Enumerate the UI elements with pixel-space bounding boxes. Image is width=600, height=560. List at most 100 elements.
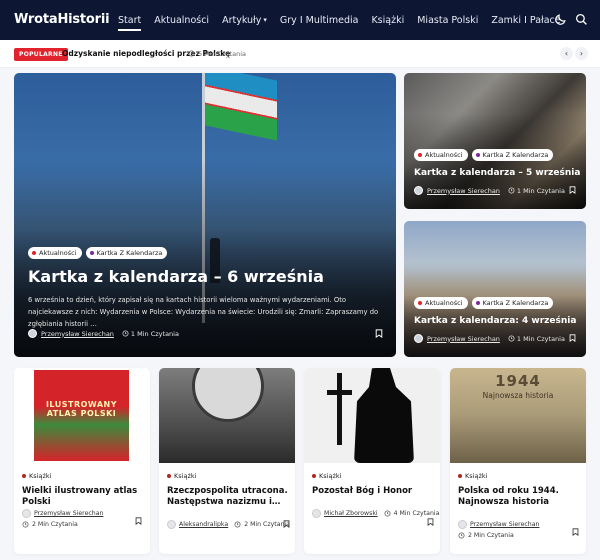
avatar — [22, 509, 31, 518]
card-category[interactable]: Książki — [167, 472, 196, 480]
author-link[interactable]: Przemysław Sierechan — [427, 335, 500, 343]
book-cover-year: 1944 — [495, 372, 541, 390]
dot-icon — [475, 153, 480, 157]
card-time-row: 2 Min Czytania — [22, 521, 78, 528]
nav-miasta-polski[interactable]: Miasta Polski — [417, 0, 478, 40]
bookmark-icon[interactable] — [135, 517, 142, 525]
clock-icon — [508, 335, 515, 342]
chevron-left-icon: ‹ — [564, 49, 569, 58]
ticker-read-time: 5 Min Czytania — [188, 50, 246, 58]
nav-ksiazki[interactable]: Książki — [371, 0, 404, 40]
hero-title[interactable]: Kartka z kalendarza – 6 września — [28, 267, 368, 286]
site-header: WrotaHistorii Start Aktualności Artykuły… — [0, 0, 600, 40]
book-card-3[interactable]: Książki Pozostał Bóg i Honor Michał Zbor… — [304, 368, 440, 554]
chevron-right-icon: › — [579, 49, 584, 58]
search-icon[interactable] — [575, 13, 588, 26]
avatar — [414, 334, 423, 343]
nav-label: Aktualności — [154, 14, 210, 26]
read-time-label: 1 Min Czytania — [516, 334, 565, 343]
nav-label: Start — [118, 14, 142, 26]
card-category[interactable]: Książki — [312, 472, 341, 480]
nav-aktualnosci[interactable]: Aktualności — [154, 0, 209, 40]
dot-icon — [312, 474, 316, 478]
avatar — [28, 329, 37, 338]
bookmark-icon[interactable] — [569, 186, 576, 194]
nav-gry-multimedia[interactable]: Gry I Multimedia — [280, 0, 359, 40]
card-title[interactable]: Wielki ilustrowany atlas Polski — [22, 486, 146, 509]
hero-excerpt: 6 września to dzień, który zapisał się n… — [28, 296, 379, 328]
category-pill[interactable]: Aktualności — [414, 297, 468, 309]
category-pill[interactable]: Kartka Z Kalendarza — [471, 149, 554, 161]
hero-categories: Aktualności Kartka Z Kalendarza — [28, 247, 168, 259]
header-icons — [554, 13, 588, 26]
category-pill[interactable]: Aktualności — [414, 149, 468, 161]
ticker-prev-button[interactable]: ‹ — [560, 47, 573, 60]
book-thumbnail-1: ILUSTROWANY ATLAS POLSKI — [14, 368, 150, 463]
clock-icon — [458, 532, 465, 539]
atlas-cover: ILUSTROWANY ATLAS POLSKI — [34, 370, 129, 461]
dot-icon — [22, 474, 26, 478]
bookmark-icon[interactable] — [375, 329, 383, 338]
read-time-label: 5 Min Czytania — [198, 49, 247, 58]
nav-label: Zamki I Pałace — [491, 14, 561, 26]
book-cover-subtitle: Najnowsza historia — [482, 391, 554, 400]
avatar — [458, 520, 467, 529]
author-link[interactable]: Przemysław Sierechan — [427, 187, 500, 195]
side-article-card-2[interactable]: Aktualności Kartka Z Kalendarza Kartka z… — [404, 221, 586, 357]
site-logo[interactable]: WrotaHistorii — [14, 12, 110, 27]
card-category[interactable]: Książki — [458, 472, 487, 480]
book-card-1[interactable]: ILUSTROWANY ATLAS POLSKI Książki Wielki … — [14, 368, 150, 554]
dot-icon — [458, 474, 462, 478]
book-thumbnail-2 — [159, 368, 295, 463]
card-meta-row: Michał Zborowski 4 Min Czytania — [312, 509, 439, 518]
category-pill[interactable]: Kartka Z Kalendarza — [471, 297, 554, 309]
side-article-card-1[interactable]: Aktualności Kartka Z Kalendarza Kartka z… — [404, 73, 586, 209]
side2-meta: Przemysław Sierechan 1 Min Czytania — [414, 334, 565, 343]
dot-icon — [475, 301, 480, 305]
nav-start[interactable]: Start — [118, 0, 142, 40]
read-time: 1 Min Czytania — [508, 335, 565, 343]
author-link[interactable]: Michał Zborowski — [324, 510, 378, 517]
category-label: Książki — [29, 472, 52, 480]
bookmark-icon[interactable] — [283, 520, 290, 528]
category-pill[interactable]: Aktualności — [28, 247, 82, 259]
card-author-row: Przemysław Sierechan — [458, 520, 539, 529]
category-pill[interactable]: Kartka Z Kalendarza — [85, 247, 168, 259]
hero-meta: Przemysław Sierechan 1 Min Czytania — [28, 329, 179, 338]
author-link[interactable]: Aleksandralipka — [179, 521, 228, 528]
card-title[interactable]: Rzeczpospolita utracona. Następstwa nazi… — [167, 486, 291, 509]
category-label: Aktualności — [425, 299, 463, 307]
ticker-next-button[interactable]: › — [575, 47, 588, 60]
nav-label: Artykuły — [222, 14, 262, 26]
card-meta-row: Aleksandralipka 2 Min Czytania — [167, 520, 290, 529]
avatar — [167, 520, 176, 529]
clock-icon — [122, 330, 129, 337]
author-link[interactable]: Przemysław Sierechan — [41, 330, 114, 338]
side2-title[interactable]: Kartka z kalendarza: 4 września — [414, 316, 584, 326]
side1-title[interactable]: Kartka z kalendarza – 5 września — [414, 168, 584, 178]
author-link[interactable]: Przemysław Sierechan — [34, 510, 103, 517]
book-card-4[interactable]: 1944 Najnowsza historia Książki Polska o… — [450, 368, 586, 554]
nav-label: Książki — [371, 14, 405, 26]
moon-icon[interactable] — [554, 13, 567, 26]
category-label: Kartka Z Kalendarza — [96, 249, 163, 257]
nav-zamki-palace[interactable]: Zamki I Pałace — [491, 0, 560, 40]
bookmark-icon[interactable] — [569, 334, 576, 342]
nav-artykuly[interactable]: Artykuły ▾ — [222, 0, 267, 40]
card-author-row: Przemysław Sierechan — [22, 509, 103, 518]
author-link[interactable]: Przemysław Sierechan — [470, 521, 539, 528]
category-label: Książki — [465, 472, 488, 480]
bookmark-icon[interactable] — [572, 528, 579, 536]
read-time-label: 4 Min Czytania — [393, 510, 440, 517]
cross-image — [327, 390, 352, 395]
read-time: 1 Min Czytania — [508, 187, 565, 195]
book-card-2[interactable]: Książki Rzeczpospolita utracona. Następs… — [159, 368, 295, 554]
card-title[interactable]: Pozostał Bóg i Honor — [312, 486, 436, 497]
dot-icon — [89, 251, 94, 255]
card-time-row: 2 Min Czytania — [458, 532, 514, 539]
hero-article-card[interactable]: Aktualności Kartka Z Kalendarza Kartka z… — [14, 73, 396, 357]
side1-categories: Aktualności Kartka Z Kalendarza — [414, 149, 554, 161]
card-title[interactable]: Polska od roku 1944. Najnowsza historia — [458, 486, 582, 509]
bookmark-icon[interactable] — [427, 518, 434, 526]
card-category[interactable]: Książki — [22, 472, 51, 480]
